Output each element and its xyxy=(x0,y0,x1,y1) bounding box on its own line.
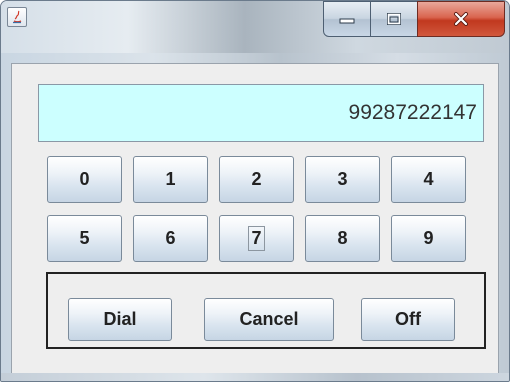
maximize-button[interactable] xyxy=(370,1,418,37)
java-icon[interactable] xyxy=(7,7,27,27)
key-6[interactable]: 6 xyxy=(133,215,208,262)
key-3[interactable]: 3 xyxy=(305,156,380,203)
key-9[interactable]: 9 xyxy=(391,215,466,262)
key-1[interactable]: 1 xyxy=(133,156,208,203)
key-0[interactable]: 0 xyxy=(47,156,122,203)
window-bottom-border xyxy=(1,373,509,381)
close-button[interactable] xyxy=(417,1,505,37)
key-2[interactable]: 2 xyxy=(219,156,294,203)
maximize-icon xyxy=(387,13,401,25)
title-bar[interactable] xyxy=(1,1,509,53)
key-7[interactable]: 7 xyxy=(219,215,294,262)
number-display[interactable]: 99287222147 xyxy=(38,84,484,142)
key-5[interactable]: 5 xyxy=(47,215,122,262)
close-icon xyxy=(454,12,468,26)
minimize-icon xyxy=(339,18,355,24)
window-controls xyxy=(323,1,505,39)
dial-button[interactable]: Dial xyxy=(68,298,172,341)
key-4[interactable]: 4 xyxy=(391,156,466,203)
minimize-button[interactable] xyxy=(323,1,371,37)
cancel-button[interactable]: Cancel xyxy=(204,298,334,341)
key-8[interactable]: 8 xyxy=(305,215,380,262)
off-button[interactable]: Off xyxy=(361,298,455,341)
